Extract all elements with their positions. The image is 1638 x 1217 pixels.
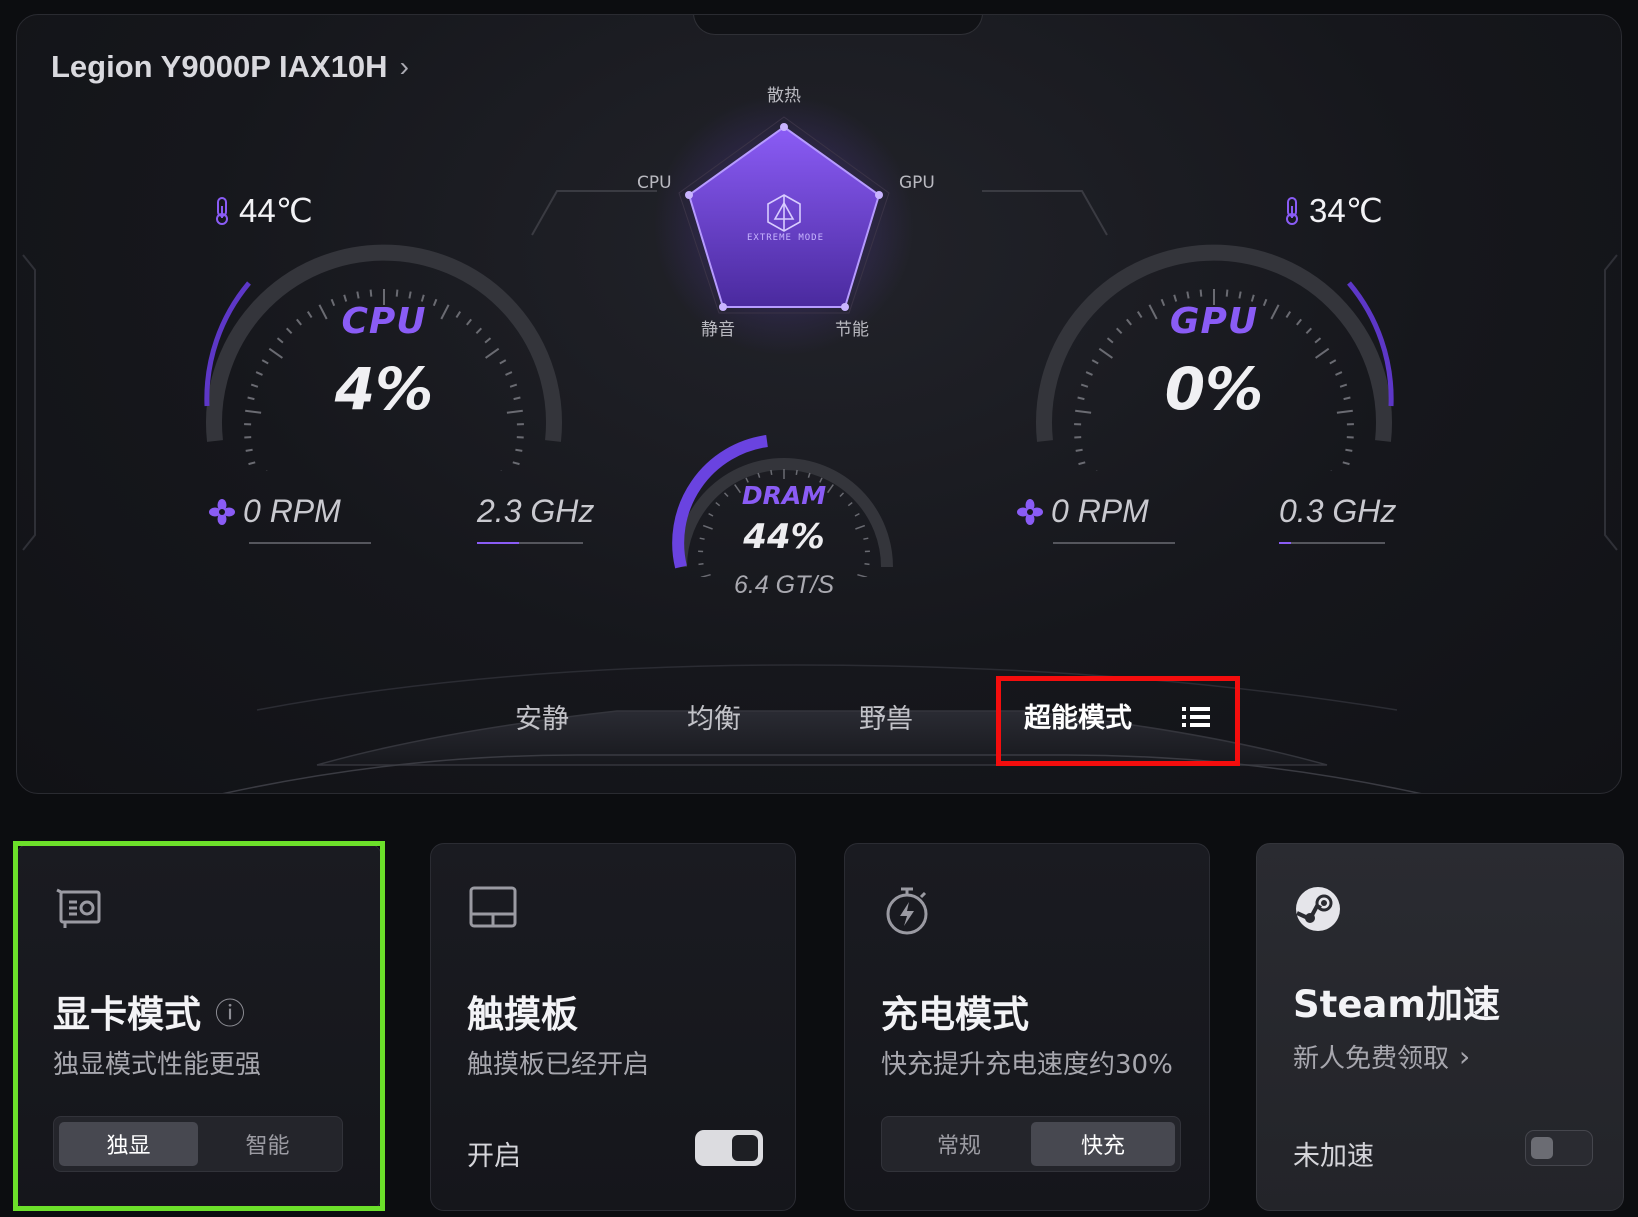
dial-tick [512, 461, 520, 466]
dial-tick [1345, 448, 1353, 452]
steam-boost-title: Steam加速 [1293, 983, 1500, 1026]
dial-tick [369, 289, 373, 297]
app-root: Legion Y9000P IAX10H › 散热 CPU GPU 静音 节能 … [0, 0, 1638, 1217]
steam-boost-status: 未加速 [1293, 1141, 1374, 1172]
dial-tick [708, 512, 714, 517]
gpu-gauge: GPU 0% [1007, 211, 1421, 478]
steam-boost-toggle[interactable] [1525, 1130, 1593, 1166]
stopwatch-charge-icon [886, 887, 928, 935]
radar-label-gpu: GPU [899, 173, 935, 193]
device-name-link[interactable]: Legion Y9000P IAX10H › [51, 49, 409, 85]
gpu-freq-bar [1279, 542, 1385, 544]
dial-tick [757, 472, 761, 478]
mode-tab-performance[interactable]: 野兽 [859, 697, 913, 736]
charge-mode-title: 充电模式 [881, 993, 1029, 1036]
gpu-frequency: 0.3 GHz [1279, 493, 1396, 530]
mode-tab-balanced[interactable]: 均衡 [687, 697, 741, 736]
steam-boost-subtitle: 新人免费领取 [1293, 1044, 1450, 1074]
gpu-mode-highlight-box [13, 841, 385, 1211]
gpu-freq-value: 0.3 GHz [1279, 493, 1397, 529]
dial-tick [795, 469, 798, 476]
cpu-fan-speed: 0 RPM [209, 493, 341, 530]
dram-usage-value: 44% [743, 517, 825, 557]
dram-speed-value: 6.4 GT/S [733, 571, 835, 599]
dial-tick [515, 448, 523, 452]
dial-tick [1199, 289, 1203, 297]
dial-tick [1078, 461, 1086, 466]
mode-tab-quiet[interactable]: 安静 [515, 697, 569, 736]
touchpad-toggle-label: 开启 [467, 1141, 521, 1172]
steam-boost-subtitle-link[interactable]: 新人免费领取 › [1293, 1038, 1470, 1075]
fan-icon [1017, 498, 1043, 525]
dial-tick [245, 448, 253, 452]
cpu-freq-bar [477, 542, 583, 544]
gpu-fan-bar [1053, 542, 1175, 544]
dial-tick [408, 291, 412, 299]
fan-icon [209, 498, 235, 525]
cpu-gauge: CPU 4% [177, 211, 591, 478]
cpu-fan-value: 0 RPM [243, 493, 341, 529]
radar-label-silent: 静音 [701, 320, 735, 340]
cpu-usage-value: 4% [334, 355, 434, 423]
gpu-gauge-label: GPU [1169, 301, 1259, 342]
radar-label-cooling: 散热 [767, 86, 801, 106]
radar-label-cpu: CPU [637, 173, 672, 193]
dial-tick [770, 469, 773, 476]
dial-tick [1225, 289, 1229, 297]
gpu-usage-value: 0% [1164, 355, 1264, 423]
gpu-fan-speed: 0 RPM [1017, 493, 1149, 530]
touchpad-title: 触摸板 [467, 993, 578, 1036]
radar-label-eco: 节能 [835, 320, 869, 340]
performance-dashboard: Legion Y9000P IAX10H › 散热 CPU GPU 静音 节能 … [16, 14, 1622, 794]
dram-gauge: DRAM 44% 6.4 GT/S [667, 427, 901, 627]
touchpad-icon [469, 886, 517, 928]
extreme-mode-label: EXTREME MODE [747, 233, 825, 243]
touchpad-toggle[interactable] [695, 1130, 763, 1166]
charge-mode-subtitle: 快充提升充电速度约30% [881, 1050, 1173, 1080]
dial-tick [356, 291, 360, 299]
dial-tick [807, 472, 811, 478]
dial-tick [248, 461, 256, 466]
charge-mode-selector: 常规 快充 [881, 1116, 1181, 1172]
device-name: Legion Y9000P IAX10H [51, 49, 388, 84]
cpu-gauge-label: CPU [341, 301, 427, 342]
cpu-frequency: 2.3 GHz [477, 493, 594, 530]
dram-gauge-label: DRAM [741, 481, 827, 510]
touchpad-subtitle: 触摸板已经开启 [467, 1050, 650, 1080]
steam-boost-card: Steam加速 新人免费领取 › 未加速 [1256, 843, 1624, 1211]
cpu-fan-bar [249, 542, 371, 544]
charge-mode-option-fast[interactable]: 快充 [1031, 1122, 1175, 1166]
dial-tick [698, 563, 704, 566]
dial-tick [864, 563, 870, 566]
dial-tick [1238, 291, 1242, 299]
dial-tick [854, 512, 860, 517]
extreme-mode-highlight-box [996, 676, 1240, 766]
chevron-right-icon: › [1459, 1040, 1471, 1073]
charge-mode-card: 充电模式 快充提升充电速度约30% 常规 快充 [844, 843, 1210, 1211]
gpu-fan-value: 0 RPM [1051, 493, 1149, 529]
dial-tick [1075, 448, 1083, 452]
dial-tick [395, 289, 399, 297]
charge-mode-option-normal[interactable]: 常规 [887, 1122, 1031, 1166]
cpu-freq-value: 2.3 GHz [477, 493, 595, 529]
steam-icon [1296, 887, 1340, 931]
dial-tick [1186, 291, 1190, 299]
dial-tick [1342, 461, 1350, 466]
chevron-right-icon: › [399, 51, 409, 82]
touchpad-card: 触摸板 触摸板已经开启 开启 [430, 843, 796, 1211]
